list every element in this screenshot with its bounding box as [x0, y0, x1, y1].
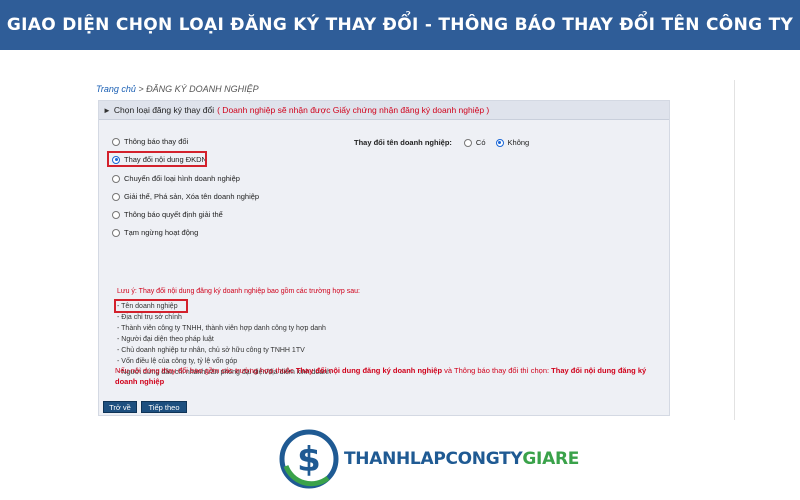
- panel-note: ( Doanh nghiệp sẽ nhận được Giấy chứng n…: [217, 105, 490, 115]
- panel-header: ► Chọn loại đăng ký thay đổi ( Doanh ngh…: [99, 101, 669, 120]
- info-item: - Chủ doanh nghiệp tư nhân, chủ sở hữu c…: [117, 347, 305, 354]
- radio-suspend[interactable]: [112, 228, 120, 237]
- bottom-note: Nếu nội dung thay đổi bao gồm các trường…: [115, 365, 655, 387]
- name-change-yes[interactable]: Có: [463, 138, 486, 147]
- option-dissolve[interactable]: Giải thể, Phá sản, Xóa tên doanh nghiệp: [112, 192, 259, 201]
- option-label: Thông báo quyết định giải thể: [124, 210, 223, 219]
- note-bold: Thay đổi nội dung đăng ký doanh nghiệp: [295, 366, 443, 375]
- option-label: Tạm ngừng hoạt động: [124, 228, 199, 237]
- info-item: - Vốn điều lệ của công ty, tỷ lệ vốn góp: [117, 358, 238, 365]
- option-suspend[interactable]: Tạm ngừng hoạt động: [112, 228, 198, 237]
- back-button[interactable]: Trở về: [103, 401, 137, 413]
- next-button[interactable]: Tiếp theo: [141, 401, 187, 413]
- option-dissolution-decision[interactable]: Thông báo quyết định giải thể: [112, 210, 223, 219]
- info-item: - Địa chỉ trụ sở chính: [117, 314, 182, 321]
- radio-name-change-yes[interactable]: [463, 138, 472, 147]
- option-convert-type[interactable]: Chuyển đổi loại hình doanh nghiệp: [112, 174, 240, 183]
- name-change-question: Thay đổi tên doanh nghiệp: Có Không: [354, 138, 539, 147]
- highlight-box: [107, 151, 207, 167]
- option-label: Thông báo thay đổi: [124, 137, 189, 146]
- logo-text: THANHLAPCONGTYGIARE: [344, 449, 579, 469]
- radio-convert-type[interactable]: [112, 174, 120, 183]
- info-item: - Người đại diện theo pháp luật: [117, 336, 214, 343]
- breadcrumb-current: ĐĂNG KÝ DOANH NGHIỆP: [146, 84, 259, 94]
- logo-text-primary: THANHLAPCONGTY: [344, 449, 523, 469]
- option-label: Chuyển đổi loại hình doanh nghiệp: [124, 174, 240, 183]
- brand-logo: $ THANHLAPCONGTYGIARE: [278, 424, 579, 494]
- yes-label: Có: [475, 138, 486, 147]
- note-text: Nếu nội dung thay đổi bao gồm các trường…: [115, 366, 296, 375]
- note-text: và Thông báo thay đổi thì chọn:: [442, 366, 552, 375]
- panel-title: Chọn loại đăng ký thay đổi: [113, 105, 215, 115]
- radio-name-change-no[interactable]: [495, 138, 504, 147]
- no-label: Không: [507, 138, 530, 147]
- breadcrumb-separator: >: [138, 84, 144, 94]
- screenshot-frame: Trang chủ > ĐĂNG KÝ DOANH NGHIỆP ► Chọn …: [88, 80, 735, 420]
- option-label: Giải thể, Phá sản, Xóa tên doanh nghiệp: [124, 192, 260, 201]
- radio-dissolution-decision[interactable]: [112, 210, 120, 219]
- radio-dissolve[interactable]: [112, 192, 120, 201]
- dollar-coin-icon: $: [279, 429, 339, 489]
- info-item: - Thành viên công ty TNHH, thành viên hợ…: [117, 325, 326, 332]
- breadcrumb-home-link[interactable]: Trang chủ: [96, 84, 136, 94]
- top-banner: GIAO DIỆN CHỌN LOẠI ĐĂNG KÝ THAY ĐỔI - T…: [0, 0, 800, 50]
- banner-title: GIAO DIỆN CHỌN LOẠI ĐĂNG KÝ THAY ĐỔI - T…: [6, 15, 794, 35]
- registration-type-panel: ► Chọn loại đăng ký thay đổi ( Doanh ngh…: [98, 100, 670, 416]
- highlight-box: [114, 299, 188, 313]
- radio-notify-change[interactable]: [112, 137, 120, 146]
- breadcrumb: Trang chủ > ĐĂNG KÝ DOANH NGHIỆP: [96, 84, 259, 94]
- logo-symbol: $: [297, 440, 321, 480]
- chevron-right-icon: ►: [103, 105, 111, 115]
- name-change-label: Thay đổi tên doanh nghiệp:: [354, 138, 452, 147]
- option-notify-change[interactable]: Thông báo thay đổi: [112, 137, 188, 146]
- name-change-no[interactable]: Không: [495, 138, 530, 147]
- logo-text-accent: GIARE: [522, 449, 580, 469]
- info-heading: Lưu ý: Thay đổi nội dung đăng ký doanh n…: [117, 288, 360, 295]
